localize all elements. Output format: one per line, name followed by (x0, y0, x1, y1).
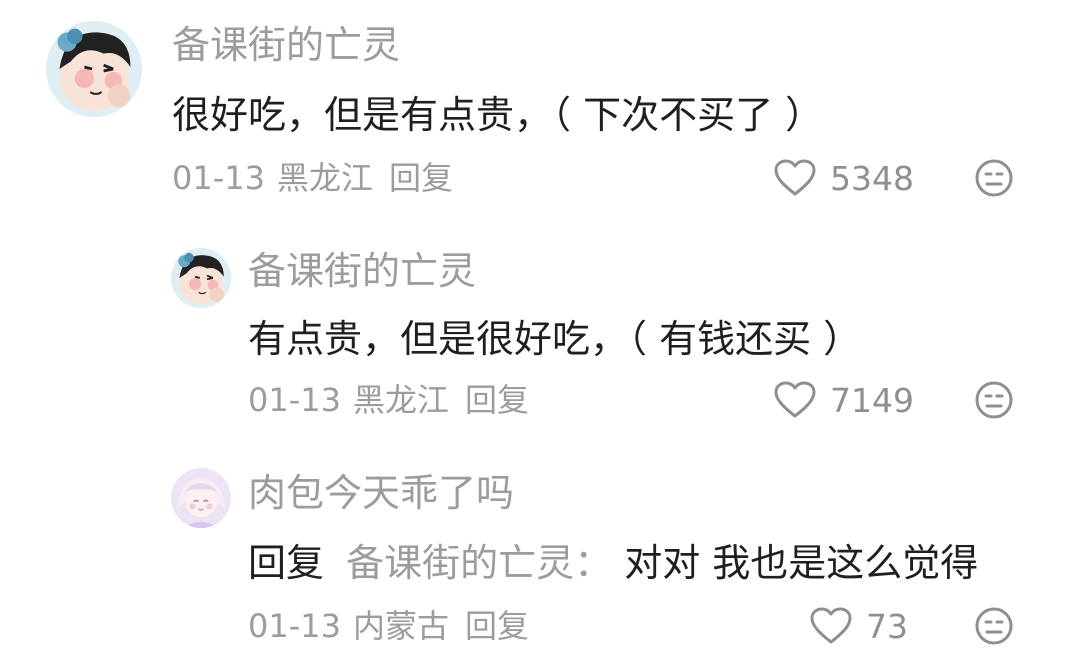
like-count: 7149 (830, 380, 914, 420)
reply-item: 备课街的亡灵 有点贵，但是很好吃，（ 有钱还买 ） 01-13 黑龙江 回复 7… (0, 230, 1080, 430)
comment-location: 内蒙古 (352, 607, 449, 645)
heart-outline-icon (774, 159, 816, 196)
avatar[interactable] (171, 468, 231, 528)
comment-location: 黑龙江 (276, 159, 373, 197)
comment-location: 黑龙江 (352, 381, 449, 419)
username[interactable]: 肉包今天乖了吗 (248, 470, 514, 516)
dislike-button[interactable] (974, 606, 1014, 646)
like-count: 5348 (830, 158, 914, 198)
reply-text: 对对 我也是这么觉得 (624, 541, 979, 585)
cartoon-boy-avatar-icon (171, 248, 231, 308)
avatar[interactable] (171, 248, 231, 308)
avatar[interactable] (46, 21, 142, 117)
like-button[interactable]: 7149 (774, 380, 914, 420)
comment-text: 回复 备课街的亡灵： 对对 我也是这么觉得 (248, 540, 978, 586)
reply-button[interactable]: 回复 (465, 380, 529, 420)
dislike-button[interactable] (974, 380, 1014, 420)
comment-meta: 01-13 内蒙古 回复 (248, 606, 529, 646)
comment-meta: 01-13 黑龙江 回复 (248, 380, 529, 420)
comment-date: 01-13 (248, 607, 341, 645)
heart-outline-icon (810, 607, 852, 644)
username[interactable]: 备课街的亡灵 (172, 22, 400, 68)
comment-date: 01-13 (172, 159, 265, 197)
like-button[interactable]: 5348 (774, 158, 914, 198)
dislike-button[interactable] (974, 158, 1014, 198)
reply-item: 肉包今天乖了吗 回复 备课街的亡灵： 对对 我也是这么觉得 01-13 内蒙古 … (0, 452, 1080, 669)
comment-date: 01-13 (248, 381, 341, 419)
comment-text: 很好吃，但是有点贵，（ 下次不买了 ） (172, 93, 824, 137)
meh-face-icon (975, 381, 1013, 419)
comment-item: 备课街的亡灵 很好吃，但是有点贵，（ 下次不买了 ） 01-13 黑龙江 回复 … (0, 0, 1080, 220)
comment-meta: 01-13 黑龙江 回复 (172, 158, 453, 198)
reply-button[interactable]: 回复 (389, 158, 453, 198)
meh-face-icon (975, 607, 1013, 645)
username[interactable]: 备课街的亡灵 (248, 248, 476, 294)
cartoon-girl-avatar-icon (171, 468, 231, 528)
comment-thread: 备课街的亡灵 很好吃，但是有点贵，（ 下次不买了 ） 01-13 黑龙江 回复 … (0, 0, 1080, 669)
like-count: 73 (866, 606, 908, 646)
reply-target-username[interactable]: 备课街的亡灵： (346, 541, 612, 585)
heart-outline-icon (774, 381, 816, 418)
cartoon-boy-avatar-icon (46, 21, 142, 117)
reply-button[interactable]: 回复 (465, 606, 529, 646)
reply-prefix: 回复 (248, 541, 325, 585)
meh-face-icon (975, 159, 1013, 197)
like-button[interactable]: 73 (810, 606, 908, 646)
comment-text: 有点贵，但是很好吃，（ 有钱还买 ） (248, 317, 862, 361)
